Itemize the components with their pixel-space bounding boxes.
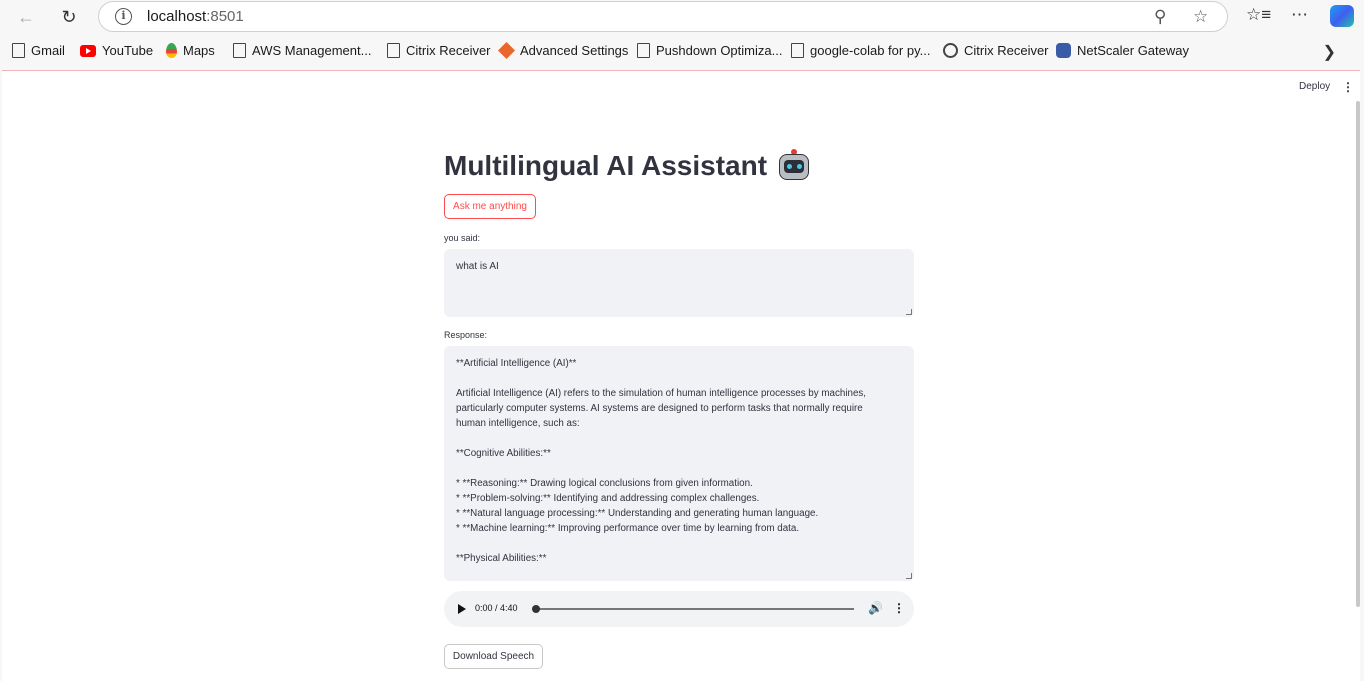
response-label: Response: [444,330,488,340]
resize-handle-icon[interactable] [906,309,912,315]
audio-progress-knob[interactable] [532,605,540,613]
response-line [456,371,902,386]
copilot-icon[interactable] [1330,5,1354,27]
app-viewport: Deploy ⋮ Multilingual AI Assistant Ask m… [2,70,1360,681]
citrix-icon [943,43,958,58]
advanced-settings-icon [498,42,515,59]
page-title: Multilingual AI Assistant [444,149,811,183]
page-icon [12,43,25,58]
chevron-right-icon[interactable]: ❯ [1323,42,1336,62]
url-text[interactable]: localhost:8501 [147,8,244,25]
ask-me-anything-button[interactable]: Ask me anything [444,194,536,219]
youtube-icon [80,44,96,57]
zoom-icon[interactable]: ⚲ [1154,7,1166,27]
bookmarks-bar: Gmail YouTube Maps AWS Management... Cit… [0,36,1364,68]
favorites-icon[interactable]: ☆≡ [1246,5,1271,25]
bookmark-maps[interactable]: Maps [166,43,215,58]
bookmark-advanced-settings[interactable]: Advanced Settings [498,42,629,59]
you-said-label: you said: [444,233,481,243]
you-said-textarea[interactable]: what is AI [444,249,914,317]
response-line: **Physical Abilities:** [456,553,547,564]
response-line: **Artificial Intelligence (AI)** [456,358,577,369]
response-line [456,461,902,476]
bookmark-pushdown[interactable]: Pushdown Optimiza... [637,43,782,58]
bookmark-citrix-receiver[interactable]: Citrix Receiver [387,43,491,58]
address-bar[interactable]: i localhost:8501 ⚲ ☆ [98,1,1228,32]
bookmark-label: Citrix Receiver [964,43,1049,58]
response-line: particularly computer systems. AI system… [456,403,863,414]
bookmark-label: Citrix Receiver [406,43,491,58]
bookmark-google-colab[interactable]: google-colab for py... [791,43,930,58]
robot-icon [777,149,811,183]
maps-icon [166,43,177,58]
browser-toolbar: ← ↻ i localhost:8501 ⚲ ☆ ☆≡ ⋯ [0,0,1364,36]
bookmark-label: AWS Management... [252,43,372,58]
response-line: Artificial Intelligence (AI) refers to t… [456,388,867,399]
bookmark-aws[interactable]: AWS Management... [233,43,371,58]
refresh-icon[interactable]: ↻ [55,4,83,30]
site-info-icon[interactable]: i [115,8,132,25]
deploy-button[interactable]: Deploy [1299,81,1330,92]
page-title-text: Multilingual AI Assistant [444,150,768,181]
response-line [456,431,902,446]
page-icon [387,43,400,58]
play-icon[interactable] [458,604,466,614]
back-icon[interactable]: ← [12,4,40,30]
bookmark-label: Gmail [31,43,65,58]
download-speech-button[interactable]: Download Speech [444,644,543,669]
bookmark-label: Pushdown Optimiza... [656,43,783,58]
bookmark-citrix-receiver-2[interactable]: Citrix Receiver [943,43,1049,58]
bookmark-label: Advanced Settings [520,43,629,58]
audio-time: 0:00 / 4:40 [475,603,518,613]
audio-player: 0:00 / 4:40 🔊 ⋮ [444,591,914,627]
page-icon [233,43,246,58]
scrollbar[interactable] [1356,101,1360,607]
response-line: **Cognitive Abilities:** [456,448,551,459]
bookmark-label: YouTube [102,43,154,58]
more-options-icon[interactable]: ⋯ [1291,5,1308,25]
favorite-star-icon[interactable]: ☆ [1193,7,1208,27]
response-line: * **Machine learning:** Improving perfor… [456,523,800,534]
bookmark-label: Maps [183,43,215,58]
page-icon [637,43,650,58]
bookmark-label: google-colab for py... [810,43,931,58]
volume-icon[interactable]: 🔊 [868,601,883,615]
response-line [456,536,902,551]
response-textarea[interactable]: **Artificial Intelligence (AI)** Artific… [444,346,914,581]
audio-menu-icon[interactable]: ⋮ [893,601,905,615]
response-line: * **Reasoning:** Drawing logical conclus… [456,478,753,489]
response-line: * **Problem-solving:** Identifying and a… [456,493,760,504]
page-icon [791,43,804,58]
response-line: human intelligence, such as: [456,418,580,429]
bookmark-label: NetScaler Gateway [1077,43,1189,58]
bookmark-netscaler[interactable]: NetScaler Gateway [1056,43,1189,58]
audio-progress-track[interactable] [534,608,854,610]
bookmark-gmail[interactable]: Gmail [12,43,65,58]
resize-handle-icon[interactable] [906,573,912,579]
bookmark-youtube[interactable]: YouTube [80,43,153,58]
netscaler-icon [1056,43,1071,58]
response-line: * **Natural language processing:** Under… [456,508,819,519]
you-said-value: what is AI [456,261,499,272]
main-menu-icon[interactable]: ⋮ [1342,80,1354,94]
